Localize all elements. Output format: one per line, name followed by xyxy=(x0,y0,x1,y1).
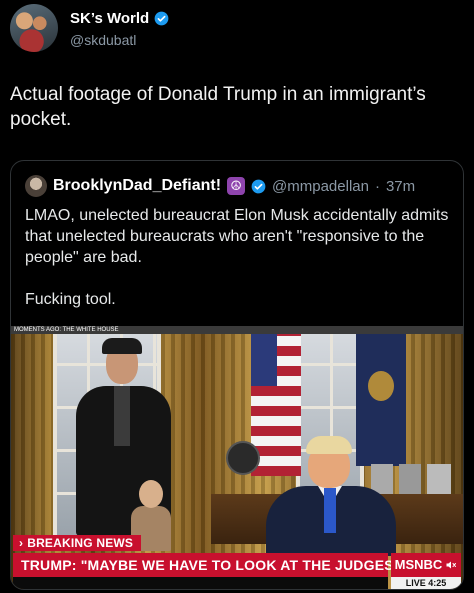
user-avatar[interactable] xyxy=(10,4,58,52)
post-time[interactable]: 37m xyxy=(386,178,415,195)
video-player[interactable]: MOMENTS AGO: THE WHITE HOUSE › BREAKING … xyxy=(11,326,463,589)
desk-globe xyxy=(226,441,260,475)
quoted-post-card[interactable]: BrooklynDad_Defiant! ☮ @mmpadellan · 37m… xyxy=(10,160,464,590)
chevron-right-icon: › xyxy=(19,536,24,550)
post-header: SK’s World @skdubatl xyxy=(10,4,464,52)
display-name[interactable]: SK’s World xyxy=(70,10,149,27)
verified-badge-icon xyxy=(154,11,169,26)
breaking-news-label: › BREAKING NEWS xyxy=(13,535,142,551)
quoted-post-header: BrooklynDad_Defiant! ☮ @mmpadellan · 37m xyxy=(25,175,415,197)
breaking-news-text: BREAKING NEWS xyxy=(27,536,134,550)
chyron-lower-strip xyxy=(13,577,388,589)
quoted-post-text: LMAO, unelected bureaucrat Elon Musk acc… xyxy=(25,205,450,331)
news-chyron: › BREAKING NEWS TRUMP: "MAYBE WE HAVE TO… xyxy=(11,534,463,589)
verified-badge-icon xyxy=(251,179,266,193)
video-top-strip: MOMENTS AGO: THE WHITE HOUSE xyxy=(11,326,463,334)
live-indicator: LIVE 4:25 xyxy=(391,577,461,589)
quoted-display-name[interactable]: BrooklynDad_Defiant! xyxy=(53,177,221,195)
quoted-paragraph-2: Fucking tool. xyxy=(25,291,116,308)
network-name: MSNBC xyxy=(394,557,443,572)
time-separator: · xyxy=(374,177,380,195)
person-seated xyxy=(266,436,396,556)
peace-sign-icon: ☮ xyxy=(227,177,246,195)
display-name-row[interactable]: SK’s World xyxy=(70,10,169,27)
speaker-mute-icon[interactable] xyxy=(445,559,457,571)
quoted-paragraph-1: LMAO, unelected bureaucrat Elon Musk acc… xyxy=(25,207,449,266)
headline-text: TRUMP: "MAYBE WE HAVE TO LOOK AT THE JUD… xyxy=(13,553,400,577)
quoted-user-avatar[interactable] xyxy=(25,175,47,197)
quoted-handle[interactable]: @mmpadellan xyxy=(272,178,369,195)
post-text: Actual footage of Donald Trump in an imm… xyxy=(10,84,426,130)
network-logo: MSNBC xyxy=(391,553,461,577)
user-handle[interactable]: @skdubatl xyxy=(70,32,136,48)
